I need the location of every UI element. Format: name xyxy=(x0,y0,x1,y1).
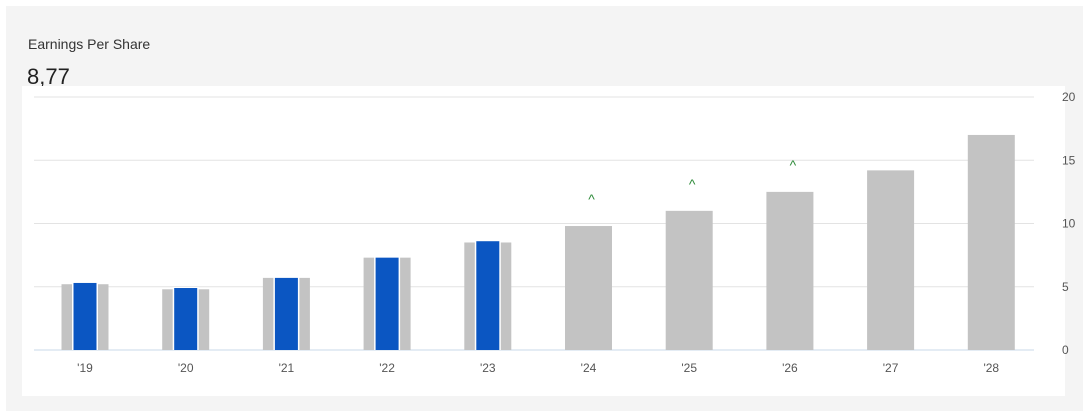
x-tick-label: '26 xyxy=(782,361,798,375)
x-tick-label: '20 xyxy=(178,361,194,375)
x-tick-label: '21 xyxy=(279,361,295,375)
x-tick-label: '27 xyxy=(883,361,899,375)
estimate-bar xyxy=(867,170,915,350)
x-tick-label: '28 xyxy=(983,361,999,375)
estimate-bar xyxy=(665,210,713,350)
y-tick-label: 20 xyxy=(1062,90,1076,104)
up-marker-icon: ^ xyxy=(689,176,696,192)
actual-bar xyxy=(476,241,500,350)
estimate-bar xyxy=(565,226,612,350)
up-marker-icon: ^ xyxy=(790,157,797,173)
card-title: Earnings Per Share xyxy=(28,36,151,52)
y-tick-label: 10 xyxy=(1062,217,1076,231)
actual-bar xyxy=(73,282,97,350)
up-marker-icon: ^ xyxy=(588,191,595,207)
y-tick-label: 5 xyxy=(1062,280,1069,294)
x-tick-label: '19 xyxy=(77,361,93,375)
x-tick-label: '23 xyxy=(480,361,496,375)
estimate-bar xyxy=(766,191,814,350)
x-tick-label: '24 xyxy=(581,361,597,375)
x-tick-label: '25 xyxy=(681,361,697,375)
actual-bar xyxy=(375,257,399,350)
eps-chart: 0 5 10 15 20 '19 '20 '21 '22 '23 '24 ^ '25 ^ '26 ^ '27 '2… xyxy=(22,86,1076,396)
eps-chart-svg: 0 5 10 15 20 '19 '20 '21 '22 '23 '24 ^ '25 ^ '26 ^ '27 '2… xyxy=(34,90,1076,375)
y-tick-label: 0 xyxy=(1062,343,1069,357)
x-tick-label: '22 xyxy=(379,361,395,375)
estimate-bar xyxy=(967,134,1015,350)
y-tick-label: 15 xyxy=(1062,153,1076,167)
actual-bar xyxy=(274,277,298,350)
actual-bar xyxy=(174,288,198,350)
